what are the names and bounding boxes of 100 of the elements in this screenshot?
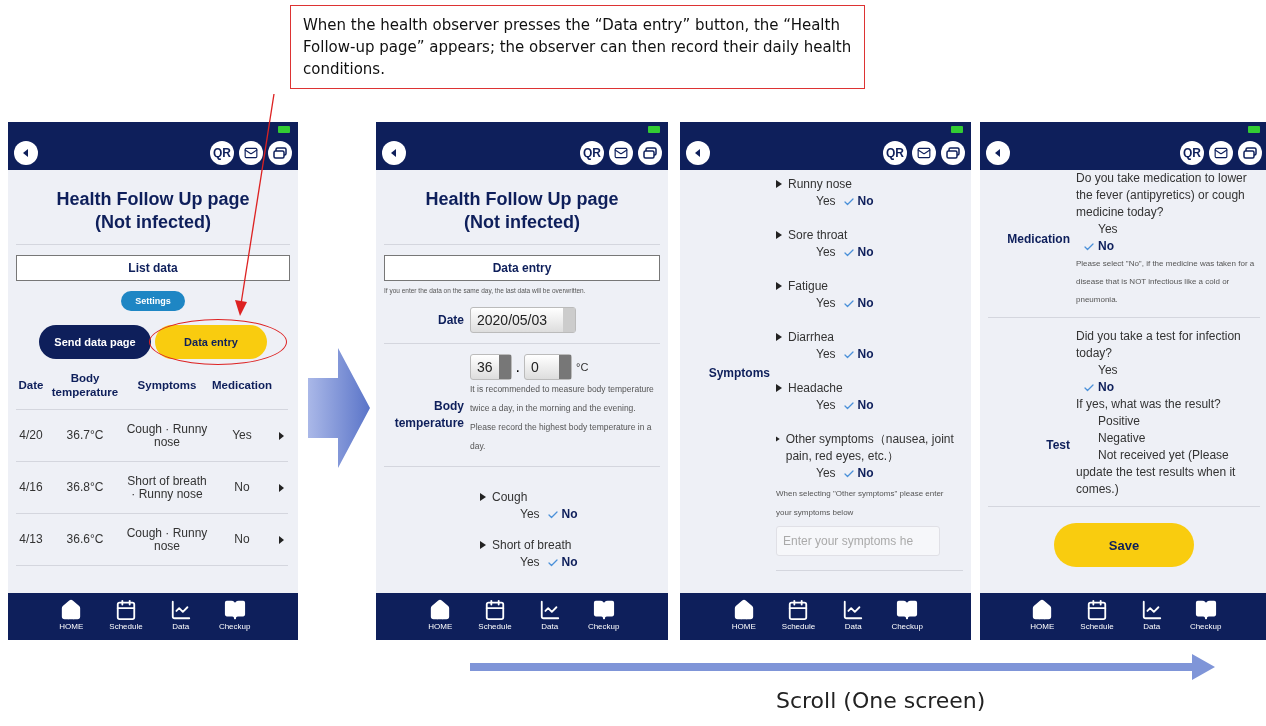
tab-item[interactable]: Checkup: [891, 599, 924, 640]
tab-item[interactable]: Checkup: [1189, 599, 1222, 640]
save-button[interactable]: Save: [1054, 523, 1194, 567]
tab-item[interactable]: Data: [1135, 599, 1168, 640]
answer-option[interactable]: No: [839, 346, 874, 363]
answer-option[interactable]: Yes: [798, 295, 836, 312]
symptoms-label: Symptoms: [707, 365, 770, 382]
table-cell: No: [210, 462, 274, 514]
action-button[interactable]: Data entry: [155, 325, 267, 359]
tab-item[interactable]: Schedule: [781, 599, 816, 640]
back-icon[interactable]: [14, 141, 38, 165]
symptom-name: Short of breath: [492, 537, 572, 554]
result-option[interactable]: Negative: [1076, 430, 1260, 447]
answer-option[interactable]: No: [839, 397, 874, 414]
mail-icon[interactable]: [912, 141, 936, 165]
section-header: Data entry: [384, 255, 660, 281]
qr-button[interactable]: QR: [883, 141, 907, 165]
back-icon[interactable]: [986, 141, 1010, 165]
tab-item[interactable]: Data: [164, 599, 197, 640]
temperature-hint: It is recommended to measure body temperature twice a day, in the morning and the evening. Please record the highest body temperature in a day.: [470, 383, 655, 453]
symptoms-input[interactable]: Enter your symptoms he: [776, 526, 940, 556]
tab-item[interactable]: Schedule: [478, 599, 512, 640]
book-icon: [896, 599, 919, 621]
qr-button[interactable]: QR: [1180, 141, 1204, 165]
temperature-select[interactable]: 0: [524, 354, 573, 380]
windows-icon[interactable]: [638, 141, 662, 165]
answer-option[interactable]: Yes: [798, 193, 836, 210]
answer-option[interactable]: No: [1080, 379, 1260, 396]
answer-option[interactable]: Yes: [798, 346, 836, 363]
tab-item[interactable]: Data: [533, 599, 566, 640]
settings-button[interactable]: Settings: [121, 291, 185, 311]
answer-option[interactable]: Yes: [502, 554, 540, 571]
windows-icon[interactable]: [268, 141, 292, 165]
tab-item[interactable]: Checkup: [218, 599, 251, 640]
home-icon: [60, 599, 83, 621]
qr-button[interactable]: QR: [580, 141, 604, 165]
battery-icon: [278, 125, 290, 133]
temperature-select[interactable]: 36: [470, 354, 512, 380]
answer-option[interactable]: No: [839, 193, 874, 210]
line-chart-icon: [842, 599, 865, 621]
mail-icon[interactable]: [239, 141, 263, 165]
date-select[interactable]: 2020/05/03: [470, 307, 576, 333]
mail-icon[interactable]: [1209, 141, 1233, 165]
back-icon[interactable]: [686, 141, 710, 165]
table-cell: 36.7°C: [46, 410, 124, 462]
answer-option[interactable]: Yes: [502, 506, 540, 523]
answer-option[interactable]: Yes: [798, 465, 836, 482]
tab-item[interactable]: Data: [837, 599, 870, 640]
chevron-icon[interactable]: [278, 483, 284, 492]
tab-item[interactable]: Schedule: [109, 599, 143, 640]
line-chart-icon: [538, 599, 561, 621]
windows-icon[interactable]: [1238, 141, 1262, 165]
book-icon: [1194, 599, 1217, 621]
answer-option[interactable]: No: [839, 244, 874, 261]
qr-button[interactable]: QR: [210, 141, 234, 165]
tab-item[interactable]: Schedule: [1080, 599, 1114, 640]
symptom-name: Headache: [788, 380, 843, 397]
chevron-icon[interactable]: [278, 535, 284, 544]
triangle-icon: [776, 333, 782, 341]
tab-item[interactable]: HOME: [55, 599, 88, 640]
tab-item[interactable]: HOME: [424, 599, 457, 640]
symptom-name: Other symptoms（nausea, joint pain, red eyes, etc.）: [785, 431, 955, 465]
battery-icon: [648, 125, 660, 133]
table-cell: 4/13: [16, 514, 46, 566]
tab-item[interactable]: Checkup: [587, 599, 620, 640]
chevron-icon[interactable]: [278, 431, 284, 440]
action-button[interactable]: Send data page: [39, 325, 151, 359]
column-header: Medication: [210, 359, 274, 410]
answer-option[interactable]: Yes: [798, 244, 836, 261]
back-icon[interactable]: [382, 141, 406, 165]
symptom-name: Diarrhea: [788, 329, 835, 346]
tab-item[interactable]: HOME: [1026, 599, 1059, 640]
column-header: Symptoms: [124, 359, 210, 410]
table-cell: No: [210, 514, 274, 566]
triangle-icon: [776, 231, 782, 239]
answer-option[interactable]: No: [839, 465, 874, 482]
date-label: Date: [437, 311, 464, 329]
symptom-name: Sore throat: [788, 227, 848, 244]
answer-option[interactable]: No: [1080, 238, 1260, 255]
answer-option[interactable]: No: [839, 295, 874, 312]
callout-text: When the health observer presses the “Data entry” button, the “Health Follow-up page” appears; the observer can then record their daily health conditions.: [290, 5, 865, 89]
result-option[interactable]: Not received yet (Please update the test results when it comes.): [1076, 447, 1260, 498]
battery-icon: [951, 125, 963, 133]
result-option[interactable]: Positive: [1076, 413, 1260, 430]
line-chart-icon: [1140, 599, 1163, 621]
symptom-name: Fatigue: [788, 278, 829, 295]
answer-option[interactable]: Yes: [1080, 362, 1260, 379]
mail-icon[interactable]: [609, 141, 633, 165]
windows-icon[interactable]: [941, 141, 965, 165]
answer-option[interactable]: No: [543, 506, 578, 523]
tab-item[interactable]: HOME: [727, 599, 760, 640]
answer-option[interactable]: Yes: [798, 397, 836, 414]
unit-label: °C: [576, 361, 589, 373]
calendar-icon: [1086, 599, 1108, 621]
answer-option[interactable]: No: [543, 554, 578, 571]
answer-option[interactable]: Yes: [1080, 221, 1260, 238]
test-label: Test: [1045, 436, 1070, 454]
triangle-icon: [776, 180, 782, 188]
medication-label: Medication: [1006, 231, 1070, 248]
medication-question: Do you take medication to lower the fever (antipyretics) or cough medicine today?: [1076, 170, 1248, 221]
